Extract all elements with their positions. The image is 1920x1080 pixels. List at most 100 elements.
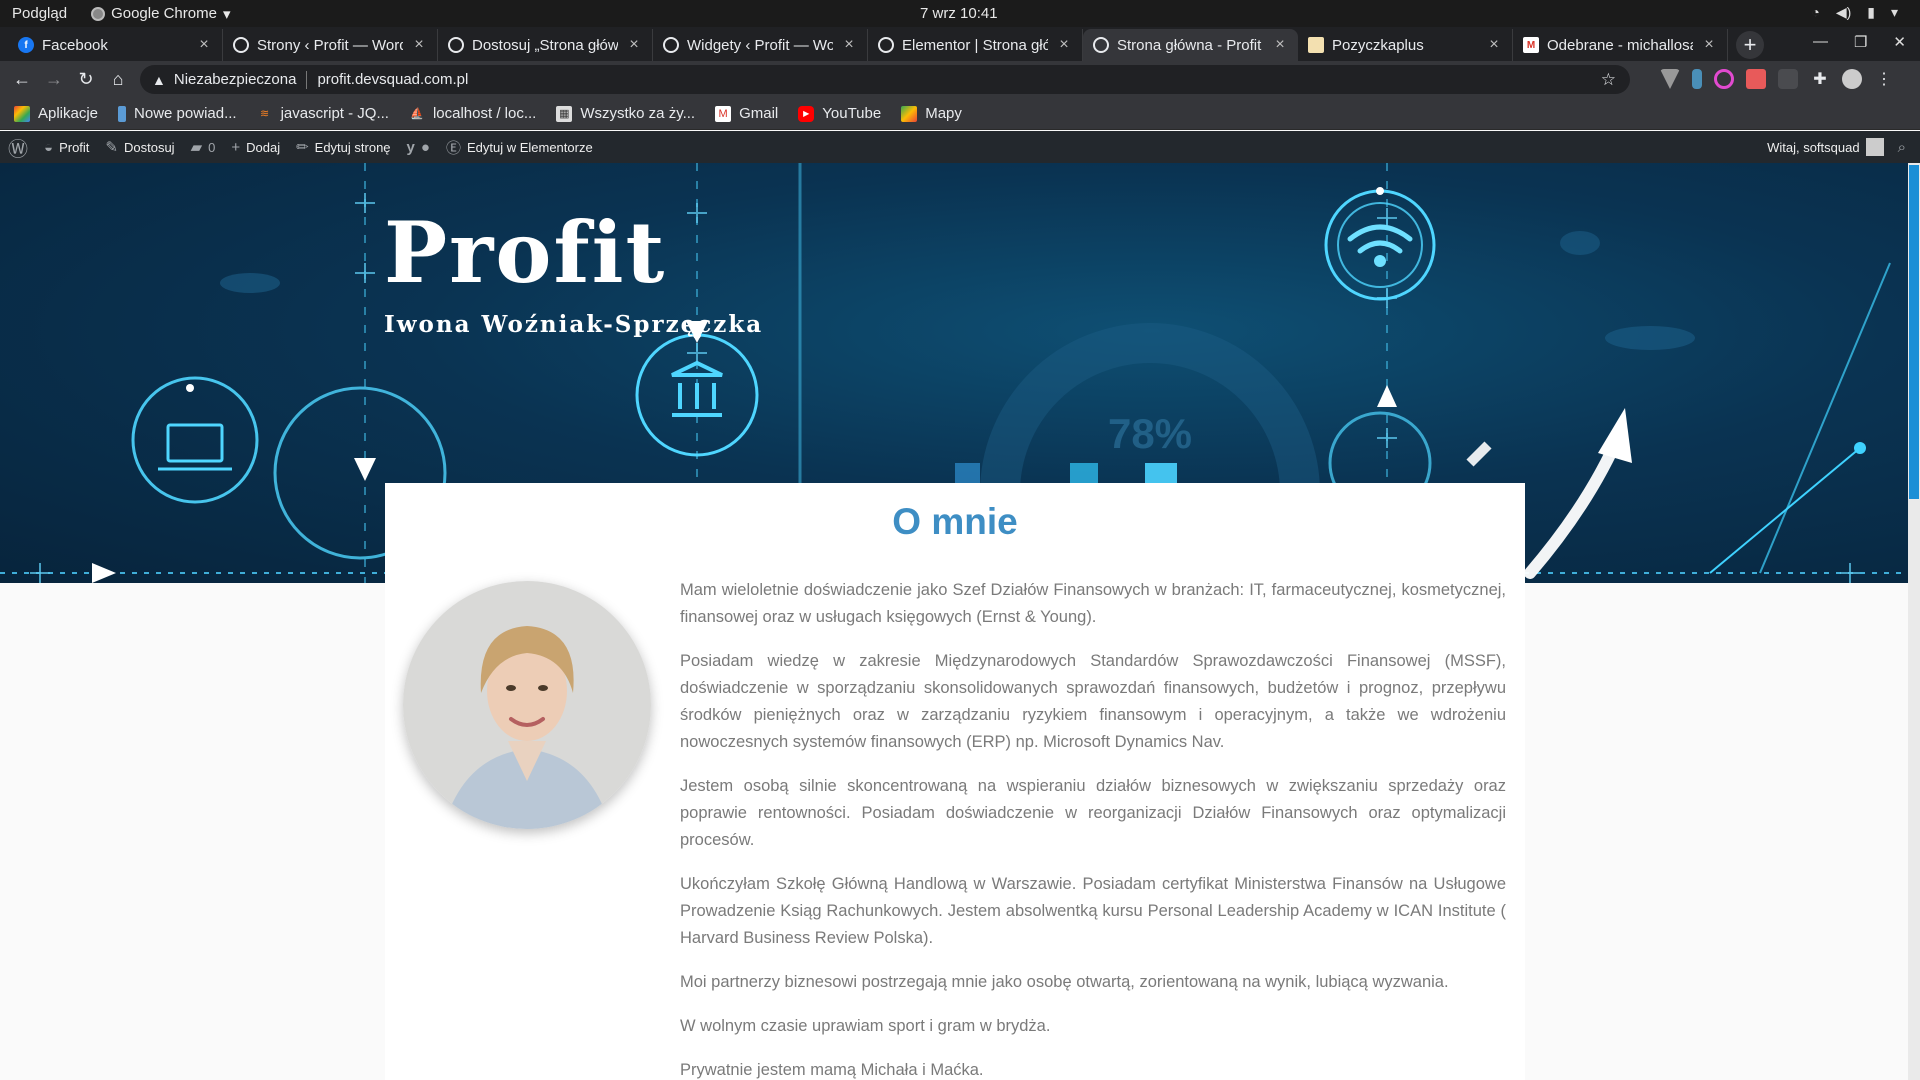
- bookmark-label: javascript - JQ...: [280, 105, 389, 122]
- close-icon[interactable]: ×: [196, 36, 212, 54]
- close-icon[interactable]: ×: [626, 36, 642, 54]
- os-app-menu[interactable]: Google Chrome ▾: [91, 5, 230, 23]
- wp-edit-page-label: Edytuj stronę: [314, 139, 391, 155]
- close-icon[interactable]: ×: [411, 36, 427, 54]
- bookmark-gmail[interactable]: M Gmail: [715, 105, 778, 122]
- page-scrollbar-thumb[interactable]: [1909, 165, 1919, 499]
- tab-facebook[interactable]: f Facebook ×: [8, 29, 223, 61]
- wp-yoast[interactable]: y ●: [407, 139, 430, 156]
- omnibox[interactable]: ▲ Niezabezpieczona profit.devsquad.com.p…: [140, 65, 1630, 94]
- bio-paragraph: Moi partnerzy biznesowi postrzegają mnie…: [680, 973, 1449, 991]
- more-menu-icon[interactable]: ⋮: [1874, 69, 1894, 89]
- warning-icon[interactable]: ▲: [152, 72, 166, 88]
- colorzilla-icon[interactable]: [1714, 69, 1734, 89]
- bookmark-wszystko[interactable]: ▦ Wszystko za ży...: [556, 105, 695, 122]
- bio-paragraph: W wolnym czasie uprawiam sport i gram w …: [680, 1017, 1051, 1035]
- reload-icon[interactable]: ↻: [70, 69, 102, 90]
- extension-icon[interactable]: [1692, 69, 1702, 89]
- yoast-icon: y: [406, 138, 415, 156]
- bookmark-mapy[interactable]: Mapy: [901, 105, 962, 122]
- wp-my-account[interactable]: Witaj, softsquad: [1767, 138, 1884, 156]
- screen-recorder-icon[interactable]: [1746, 69, 1766, 89]
- wp-edit-page[interactable]: ✏ Edytuj stronę: [296, 138, 390, 156]
- tab-title: Strona główna - Profit: [1117, 36, 1262, 54]
- comment-icon: ▰: [190, 139, 203, 156]
- wp-comments[interactable]: ▰ 0: [191, 138, 216, 156]
- bookmark-javascript[interactable]: ≋ javascript - JQ...: [257, 105, 389, 122]
- close-icon[interactable]: ×: [841, 36, 857, 54]
- globe-icon: [878, 37, 894, 53]
- new-tab-button[interactable]: +: [1736, 31, 1764, 59]
- search-icon[interactable]: ⌕: [1898, 139, 1906, 156]
- about-bio: Mam wieloletnie doświadczenie jako Szef …: [680, 577, 1506, 1080]
- extension-icon[interactable]: [1778, 69, 1798, 89]
- window-close-icon[interactable]: ✕: [1893, 33, 1906, 51]
- os-clock[interactable]: 7 wrz 10:41: [920, 5, 998, 22]
- bookmark-icon: [118, 105, 127, 122]
- store-icon: ▦: [556, 105, 573, 122]
- wp-add-new[interactable]: + Dodaj: [231, 139, 280, 156]
- chevron-down-icon: ▾: [222, 5, 231, 23]
- globe-icon: [233, 37, 249, 53]
- close-icon[interactable]: ×: [1056, 36, 1072, 54]
- bookmark-label: Aplikacje: [38, 105, 99, 122]
- tab-elementor[interactable]: Elementor | Strona głó ×: [868, 29, 1083, 61]
- forward-icon[interactable]: →: [38, 69, 70, 90]
- vue-devtools-icon[interactable]: [1660, 69, 1680, 89]
- os-preview-label[interactable]: Podgląd: [12, 5, 67, 22]
- avatar: [1865, 138, 1884, 156]
- bookmark-nowe-powiadomienia[interactable]: Nowe powiad...: [118, 105, 237, 122]
- bookmark-localhost[interactable]: ⛵ localhost / loc...: [409, 105, 536, 122]
- tab-title: Elementor | Strona głó: [902, 36, 1048, 54]
- chevron-down-icon[interactable]: ▾: [1891, 4, 1898, 21]
- globe-icon: [1093, 37, 1109, 53]
- bio-paragraph: Jestem osobą silnie skoncentrowaną na ws…: [680, 777, 1506, 849]
- url-text[interactable]: profit.devsquad.com.pl: [317, 71, 468, 88]
- bookmark-star-icon[interactable]: ☆: [1601, 70, 1616, 90]
- tab-gmail[interactable]: M Odebrane - michallosa ×: [1513, 29, 1728, 61]
- wp-edit-elementor[interactable]: Ⓔ Edytuj w Elementorze: [446, 137, 593, 158]
- bookmark-aplikacje[interactable]: Aplikacje: [14, 105, 98, 122]
- tab-title: Facebook: [42, 36, 108, 54]
- tab-strony[interactable]: Strony ‹ Profit — Word ×: [223, 29, 438, 61]
- youtube-icon: ▶: [798, 105, 815, 122]
- tab-title: Odebrane - michallosa: [1547, 36, 1693, 54]
- wp-logo-menu[interactable]: Ⓦ: [8, 133, 28, 162]
- close-icon[interactable]: ×: [1486, 36, 1502, 54]
- home-icon[interactable]: ⌂: [102, 69, 134, 90]
- extensions-area: ✚ ⋮: [1660, 69, 1894, 89]
- wp-customize[interactable]: ✎ Dostosuj: [105, 138, 174, 156]
- facebook-icon: f: [18, 37, 34, 53]
- about-section: O mnie Mam wieloletnie doświadczenie jak…: [385, 483, 1525, 1080]
- tab-dostosuj[interactable]: Dostosuj „Strona głów ×: [438, 29, 653, 61]
- security-label[interactable]: Niezabezpieczona: [174, 71, 297, 88]
- wifi-icon[interactable]: ◔: [1811, 4, 1819, 21]
- tab-strona-glowna[interactable]: Strona główna - Profit ×: [1083, 29, 1298, 61]
- chrome-icon: [91, 6, 106, 21]
- minimize-icon[interactable]: —: [1813, 33, 1828, 51]
- puzzle-icon[interactable]: ✚: [1810, 69, 1830, 89]
- tab-title: Strony ‹ Profit — Word: [257, 36, 403, 54]
- tab-widgety[interactable]: Widgety ‹ Profit — Wo ×: [653, 29, 868, 61]
- close-icon[interactable]: ×: [1272, 36, 1288, 54]
- close-icon[interactable]: ×: [1701, 36, 1717, 54]
- bio-paragraph: Prywatnie jestem mamą Michała i Maćka.: [680, 1061, 984, 1079]
- back-icon[interactable]: ←: [6, 69, 38, 90]
- gmail-icon: M: [715, 105, 732, 122]
- site-tagline: Iwona Woźniak-Sprzęczka: [384, 311, 764, 338]
- tab-pozyczkaplus[interactable]: Pozyczkaplus ×: [1298, 29, 1513, 61]
- tab-strip: f Facebook × Strony ‹ Profit — Word × Do…: [0, 27, 1920, 61]
- site-title[interactable]: Profit: [384, 203, 666, 302]
- restore-icon[interactable]: ❐: [1854, 33, 1867, 51]
- globe-icon: [448, 37, 464, 53]
- profile-avatar[interactable]: [1842, 69, 1862, 89]
- wp-customize-label: Dostosuj: [123, 139, 175, 155]
- bookmark-youtube[interactable]: ▶ YouTube: [798, 105, 881, 122]
- seo-status-icon: ●: [420, 138, 430, 156]
- plus-icon: +: [231, 138, 241, 156]
- wp-site-name[interactable]: ◒ Profit: [44, 139, 89, 156]
- omnibox-divider: [306, 70, 308, 89]
- battery-icon[interactable]: ▮: [1867, 4, 1875, 21]
- volume-icon[interactable]: ◀): [1836, 4, 1851, 21]
- elementor-icon: Ⓔ: [445, 139, 461, 157]
